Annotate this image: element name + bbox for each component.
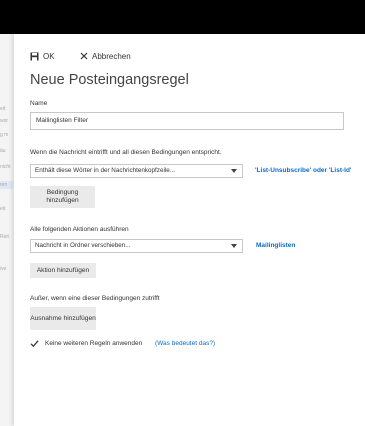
ok-button[interactable]: OK [30,50,55,62]
app-top-bar [0,0,365,34]
background-text: g m [0,132,9,138]
condition-dropdown[interactable]: Enthält diese Wörter in der Nachrichtenk… [30,164,243,178]
what-does-this-mean-link[interactable]: (Was bedeutet das?) [155,340,215,347]
close-icon [80,52,88,60]
background-text: Reit [0,234,9,240]
cancel-button[interactable]: Abbrechen [80,50,131,62]
exceptions-label: Außer, wenn eine dieser Bedingungen zutr… [30,295,160,302]
stop-processing-label: Keine weiteren Regeln anwenden [45,340,143,347]
background-text: wor [0,118,9,124]
name-label: Name [30,100,48,107]
add-action-button[interactable]: Aktion hinzufügen [30,263,96,278]
background-folder-pane: eit wor g m äu nicht ren eit Reit ive [0,34,14,426]
background-text: eit [0,206,6,212]
ok-label: OK [43,51,55,61]
action-dropdown[interactable]: Nachricht in Ordner verschieben... [30,239,243,253]
checkmark-icon [30,340,39,348]
background-text: eit [0,106,6,112]
background-text: äu [0,148,6,154]
save-icon [30,52,39,60]
background-text: nicht [0,164,11,170]
stop-processing-checkbox[interactable] [30,339,39,348]
background-text: ren [0,182,8,188]
cancel-label: Abbrechen [92,51,131,61]
chevron-down-icon [231,244,237,248]
condition-dropdown-value: Enthält diese Wörter in der Nachrichtenk… [35,167,175,174]
actions-label: Alle folgenden Aktionen ausführen [30,226,129,233]
action-value-link[interactable]: Mailinglisten [256,242,295,249]
action-dropdown-value: Nachricht in Ordner verschieben... [35,242,131,249]
rule-name-input[interactable]: Mailinglisten Filter [30,112,344,130]
add-condition-button[interactable]: Bedingung hinzufügen [30,186,95,208]
page-title: Neue Posteingangsregel [30,72,189,88]
condition-value-link[interactable]: 'List-Unsubscribe' oder 'List-Id' [255,167,351,174]
conditions-label: Wenn die Nachricht eintrifft und all die… [30,149,222,156]
add-exception-button[interactable]: Ausnahme hinzufügen [30,307,96,330]
chevron-down-icon [231,169,237,173]
background-text: ive [0,266,7,272]
new-inbox-rule-panel: OK Abbrechen Neue Posteingangsregel Name… [14,34,365,426]
